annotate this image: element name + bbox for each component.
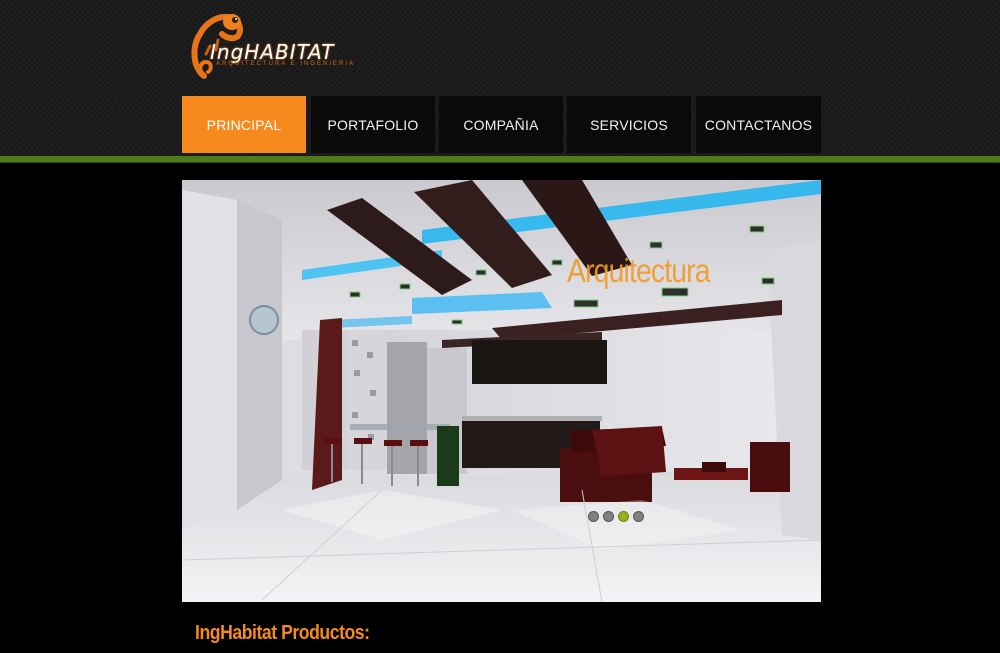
slider-dot-active[interactable] [618,511,629,522]
nav-label: COMPAÑIA [463,116,539,133]
nav-label: PRINCIPAL [206,116,282,133]
logo-tagline: ARQUITECTURA E INGENIERIA [216,61,356,67]
slide-caption: Arquitectura [567,252,711,289]
image-slider[interactable]: Arquitectura [182,180,821,602]
nav-principal[interactable]: PRINCIPAL [182,96,306,153]
nav-label: SERVICIOS [590,116,668,133]
nav-label: CONTACTANOS [704,116,813,133]
nav-portafolio[interactable]: PORTAFOLIO [311,96,435,153]
nav-compania[interactable]: COMPAÑIA [439,96,563,153]
header-divider [0,156,1000,162]
slider-dot[interactable] [603,511,614,522]
slider-dot[interactable] [633,511,644,522]
slider-dot[interactable] [588,511,599,522]
nav-label: PORTAFOLIO [327,116,419,133]
site-logo[interactable]: IngHABITAT ARQUITECTURA E INGENIERIA [190,6,360,82]
main-nav: PRINCIPAL PORTAFOLIO COMPAÑIA SERVICIOS … [182,96,822,153]
nav-contactanos[interactable]: CONTACTANOS [696,96,821,153]
slider-pagination [588,511,644,522]
slide-image [182,180,821,602]
products-title: IngHabitat Productos: [195,622,370,644]
nav-servicios[interactable]: SERVICIOS [567,96,691,153]
